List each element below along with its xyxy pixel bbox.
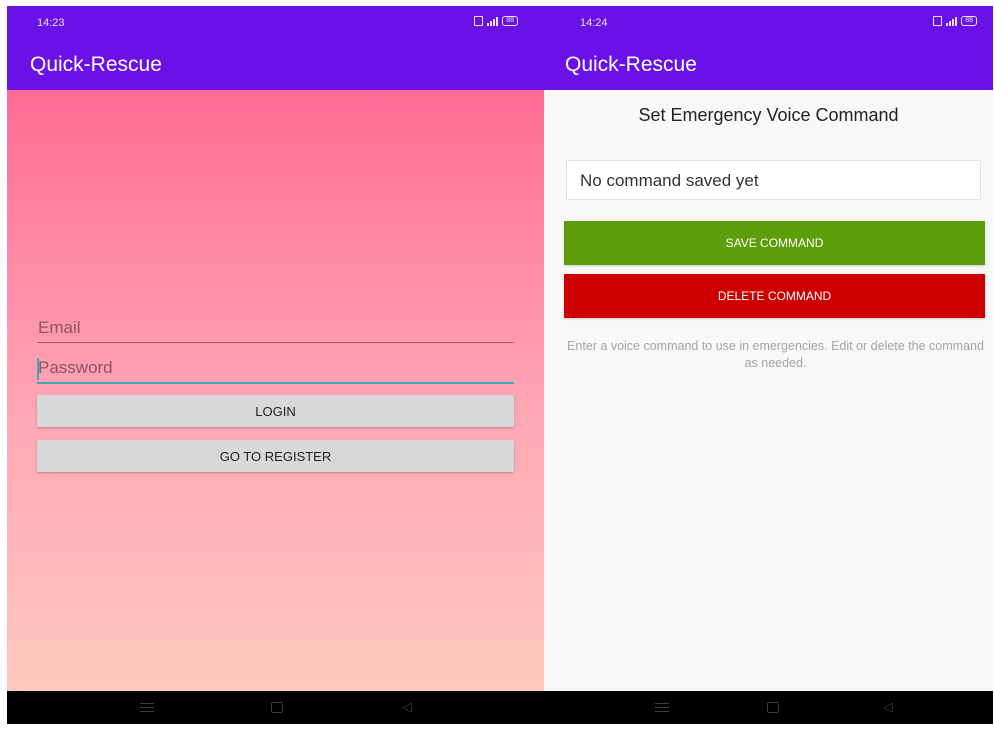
save-command-button[interactable]: SAVE COMMAND <box>564 221 985 265</box>
status-bar: 14:24 88 <box>544 6 993 39</box>
status-time: 14:24 <box>580 17 608 29</box>
status-bar: 14:23 88 <box>7 6 544 39</box>
command-content: Set Emergency Voice Command No command s… <box>544 90 993 691</box>
email-placeholder: Email <box>38 318 81 337</box>
password-field[interactable]: Password <box>37 356 514 384</box>
go-to-register-button[interactable]: GO TO REGISTER <box>37 440 514 472</box>
status-icons: 88 <box>474 16 518 26</box>
navigation-bar: ◁ <box>544 691 993 724</box>
navigation-bar: ◁ <box>7 691 544 724</box>
page-title: Set Emergency Voice Command <box>638 105 899 125</box>
nav-back-icon[interactable]: ◁ <box>883 700 893 713</box>
command-input-value: No command saved yet <box>580 171 759 190</box>
status-time: 14:23 <box>37 17 65 29</box>
nav-back-icon[interactable]: ◁ <box>402 700 412 713</box>
sim-icon <box>474 16 484 26</box>
nav-home-icon[interactable] <box>767 702 779 713</box>
nav-menu-icon[interactable] <box>655 703 669 712</box>
battery-icon: 88 <box>961 16 977 26</box>
sim-icon <box>933 16 943 26</box>
app-title: Quick-Rescue <box>565 53 697 76</box>
email-field[interactable]: Email <box>37 316 514 343</box>
command-input[interactable]: No command saved yet <box>566 160 981 200</box>
login-content: Email Password LOGIN GO TO REGISTER <box>7 90 544 691</box>
help-text: Enter a voice command to use in emergenc… <box>567 339 984 370</box>
nav-home-icon[interactable] <box>271 702 283 713</box>
signal-icon <box>946 16 958 26</box>
login-button[interactable]: LOGIN <box>37 395 514 427</box>
voice-command-screen: 14:24 88 Quick-Rescue Set Emergency Voic… <box>544 6 993 724</box>
app-bar: Quick-Rescue <box>7 39 544 90</box>
password-placeholder: Password <box>38 358 113 377</box>
login-screen: 14:23 88 Quick-Rescue Email Password LOG… <box>7 6 544 724</box>
signal-icon <box>487 16 499 26</box>
app-bar: Quick-Rescue <box>544 39 993 90</box>
battery-icon: 88 <box>502 16 518 26</box>
status-icons: 88 <box>933 16 977 26</box>
nav-menu-icon[interactable] <box>140 703 154 712</box>
delete-command-button[interactable]: DELETE COMMAND <box>564 274 985 318</box>
app-title: Quick-Rescue <box>30 53 162 76</box>
